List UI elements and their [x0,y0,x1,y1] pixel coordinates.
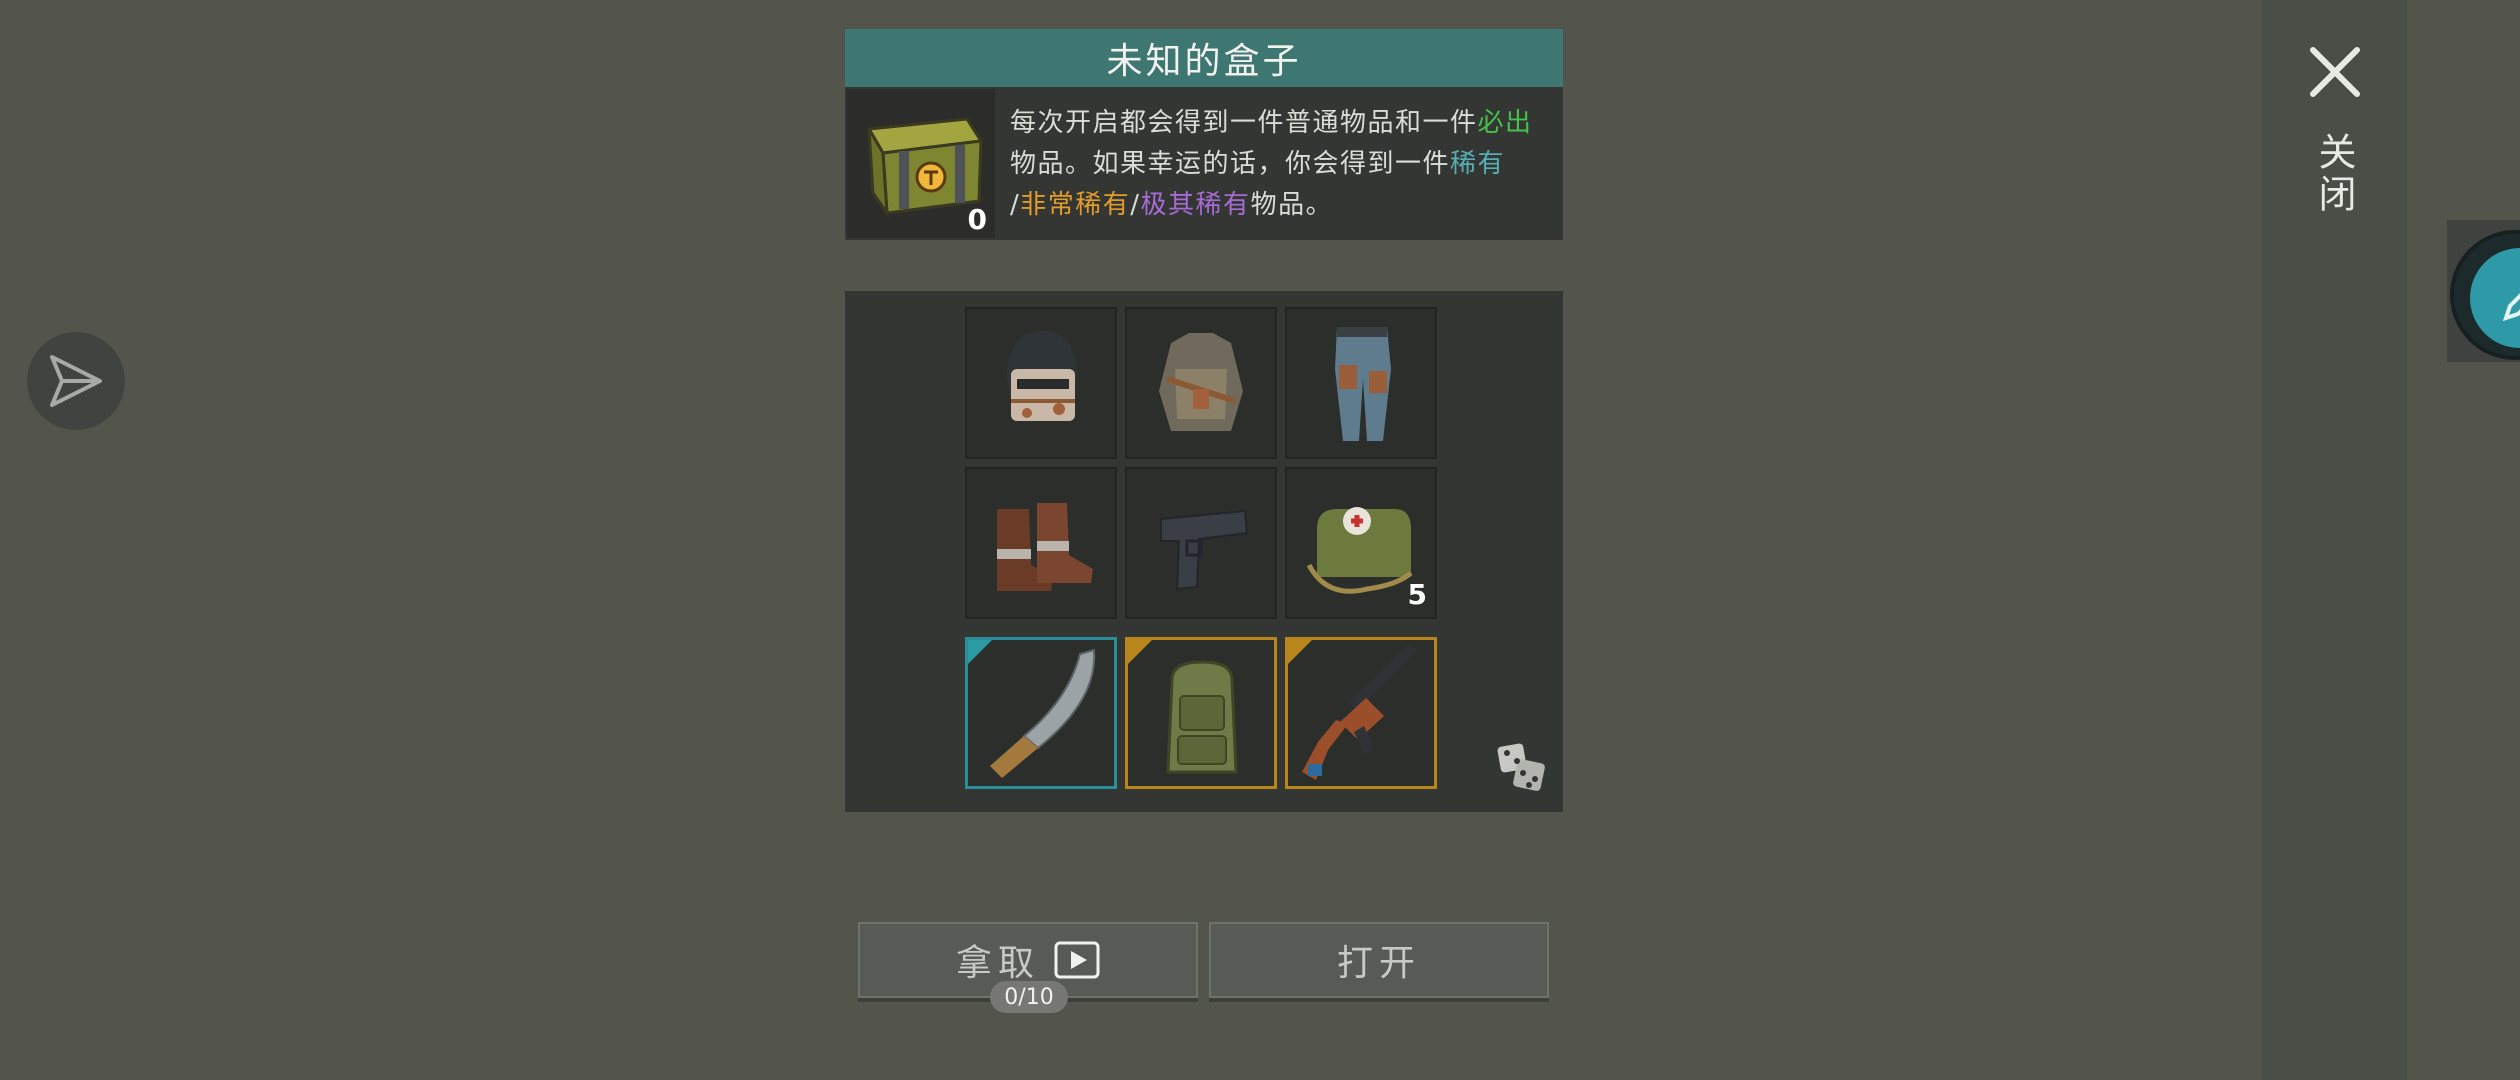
item-slot-boots[interactable] [965,467,1117,619]
close-label[interactable]: 关闭 [2307,132,2362,216]
box-count: 0 [967,203,987,236]
desc-extremely-rare: 极其稀有 [1140,190,1251,220]
pistol-icon [1160,509,1249,591]
desc-end: 物品。 [1250,190,1334,220]
video-ad-icon [1054,941,1100,979]
item-slot-pants[interactable] [1285,307,1437,459]
medkit-count: 5 [1407,578,1427,611]
ad-counter: 0/10 [990,981,1068,1013]
box-title: 未知的盒子 [845,29,1563,87]
helmet-icon [1007,331,1077,421]
item-slot-pistol[interactable] [1125,467,1277,619]
items-panel: 5 [845,291,1563,812]
backpack-icon [1166,660,1238,774]
box-description: 每次开启都会得到一件普通物品和一件必出物品。如果幸运的话，你会得到一件稀有 /非常… [1010,103,1555,226]
desc-sep1: / [1010,190,1021,220]
boots-icon [997,503,1093,591]
item-slot-helmet[interactable] [965,307,1117,459]
edit-button-face [2470,248,2520,348]
open-button[interactable]: 打开 [1209,922,1549,998]
send-icon [50,355,102,407]
desc-line1: 每次开启都会得到一件普通物品和一件 [1010,108,1478,138]
desc-guaranteed: 必出 [1477,108,1533,138]
close-area[interactable]: 关闭 [2262,40,2407,216]
box-thumbnail: 0 [847,89,995,238]
armor-jacket-icon [1159,333,1243,431]
desc-rare: 稀有 [1450,149,1506,179]
share-button[interactable] [27,332,125,430]
open-label: 打开 [1336,943,1421,984]
pants-icon [1335,327,1391,441]
item-slot-backpack[interactable] [1125,637,1277,789]
assault-rifle-icon [1302,646,1418,780]
take-label: 拿取 [955,943,1040,984]
desc-line2: 物品。如果幸运的话，你会得到一件 [1010,149,1451,179]
item-slot-medkit[interactable]: 5 [1285,467,1437,619]
item-slot-machete[interactable] [965,637,1117,789]
desc-sep2: / [1130,190,1141,220]
machete-icon [990,648,1096,778]
pencil-icon [2502,293,2520,322]
dice-icon[interactable] [1495,741,1547,793]
box-info: 0 每次开启都会得到一件普通物品和一件必出物品。如果幸运的话，你会得到一件稀有 /… [845,87,1563,240]
desc-very-rare: 非常稀有 [1020,190,1131,220]
item-slot-rifle[interactable] [1285,637,1437,789]
close-icon[interactable] [2303,40,2367,104]
item-slot-armor[interactable] [1125,307,1277,459]
